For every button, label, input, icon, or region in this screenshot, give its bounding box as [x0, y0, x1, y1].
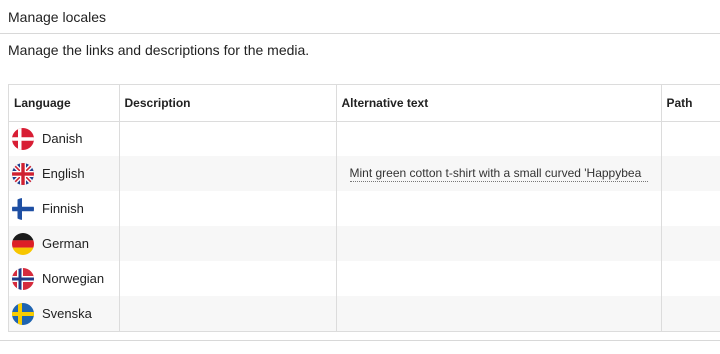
language-cell: English: [9, 156, 120, 191]
alternative-text-cell[interactable]: [336, 226, 662, 261]
locales-table-container[interactable]: Language Description Alternative text Pa…: [8, 84, 720, 332]
column-header-language: Language: [9, 85, 120, 122]
description-cell[interactable]: [119, 191, 337, 226]
swedish-flag-icon: [12, 302, 34, 325]
locales-table: Language Description Alternative text Pa…: [9, 85, 720, 331]
table-row: Svenska: [9, 296, 720, 331]
path-cell[interactable]: [661, 226, 720, 261]
description-cell[interactable]: [119, 261, 337, 296]
table-row: English Mint green cotton t-shirt with a…: [9, 156, 720, 191]
description-cell[interactable]: [119, 156, 337, 191]
footer-divider: [0, 340, 720, 341]
description-cell[interactable]: [119, 226, 337, 261]
intro-text: Manage the links and descriptions for th…: [8, 42, 310, 58]
table-row: German: [9, 226, 720, 261]
path-cell[interactable]: [661, 156, 720, 191]
alternative-text-cell[interactable]: Mint green cotton t-shirt with a small c…: [336, 156, 662, 191]
language-name: Danish: [42, 131, 83, 147]
language-name: English: [42, 166, 85, 181]
path-cell[interactable]: [661, 121, 720, 156]
finnish-flag-icon: [12, 197, 34, 220]
dialog-header: Manage locales: [0, 0, 720, 34]
path-cell[interactable]: [661, 261, 720, 296]
column-header-description: Description: [119, 85, 337, 122]
table-row: Danish: [9, 121, 720, 156]
language-cell: German: [9, 226, 120, 261]
page-title: Manage locales: [8, 8, 107, 25]
alternative-text-cell[interactable]: [336, 121, 662, 156]
description-cell[interactable]: [119, 296, 337, 331]
description-cell[interactable]: [119, 121, 337, 156]
norwegian-flag-icon: [12, 267, 34, 290]
alternative-text-value[interactable]: Mint green cotton t-shirt with a small c…: [349, 166, 648, 182]
language-cell: Danish: [9, 121, 120, 156]
language-cell: Finnish: [9, 191, 120, 226]
column-header-path: Path: [661, 85, 720, 122]
table-row: Norwegian: [9, 261, 720, 296]
language-name: Svenska: [42, 306, 92, 321]
language-name: Finnish: [42, 201, 84, 216]
alternative-text-cell[interactable]: [336, 296, 662, 331]
uk-flag-icon: [12, 162, 34, 185]
language-name: Norwegian: [42, 271, 105, 286]
table-header-row: Language Description Alternative text Pa…: [9, 85, 720, 122]
language-cell: Svenska: [9, 296, 120, 331]
path-cell[interactable]: [661, 296, 720, 331]
alternative-text-cell[interactable]: [336, 261, 662, 296]
table-row: Finnish: [9, 191, 720, 226]
danish-flag-icon: [12, 127, 34, 150]
german-flag-icon: [12, 232, 34, 255]
alternative-text-cell[interactable]: [336, 191, 662, 226]
column-header-alternative-text: Alternative text: [336, 85, 662, 122]
language-name: German: [42, 236, 89, 251]
path-cell[interactable]: [661, 191, 720, 226]
language-cell: Norwegian: [9, 261, 120, 296]
